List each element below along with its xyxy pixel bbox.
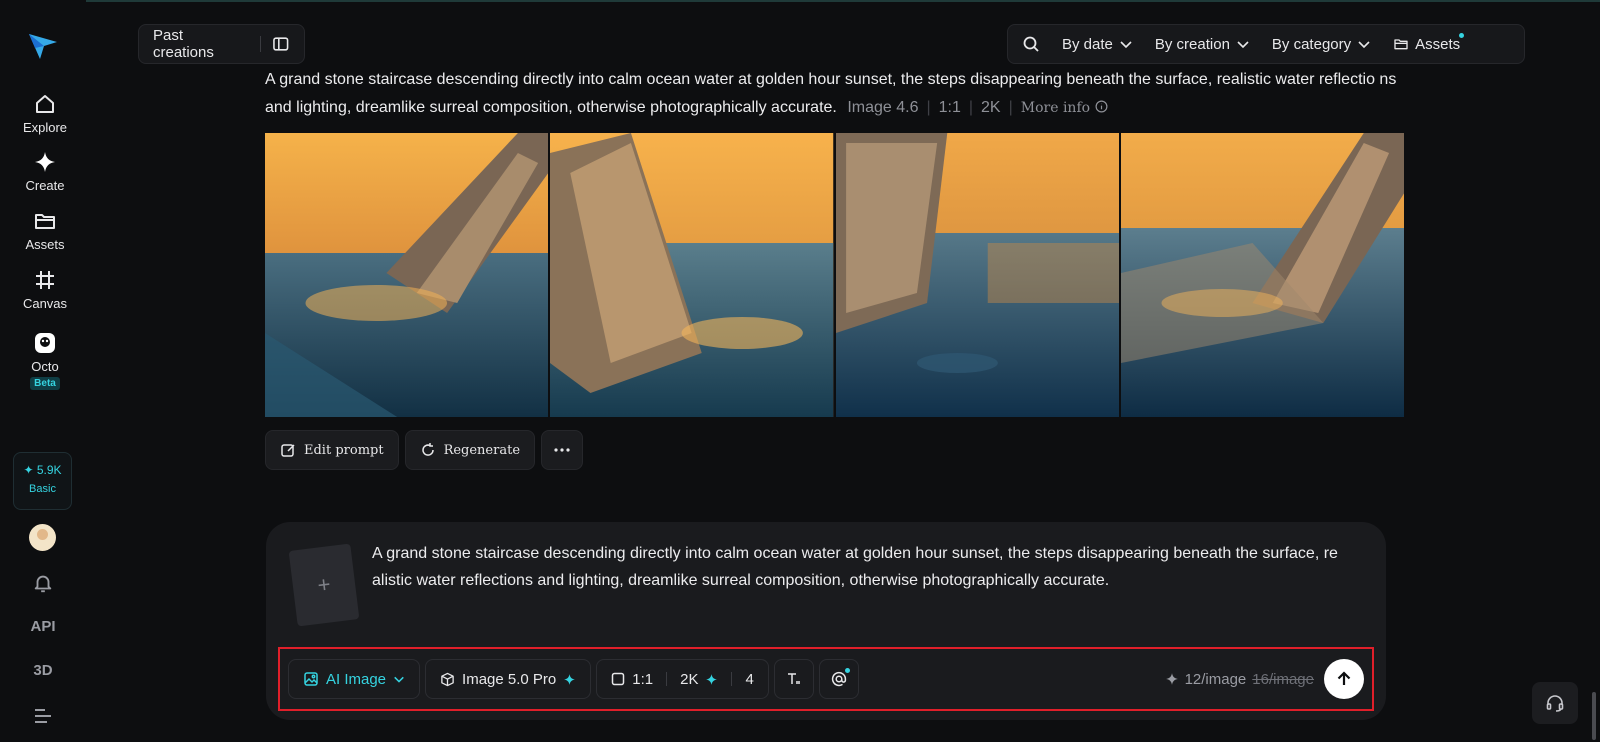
prompt-composer: + A grand stone staircase descending dir…: [266, 522, 1386, 720]
beta-badge: Beta: [30, 377, 60, 390]
chevron-down-icon: [1120, 41, 1132, 49]
sidebar-item-label: Explore: [22, 120, 68, 135]
ratio-value: 1:1: [632, 670, 654, 688]
regenerate-button[interactable]: Regenerate: [404, 430, 536, 470]
generated-image-1[interactable]: [265, 133, 549, 417]
api-link[interactable]: API: [0, 618, 86, 635]
current-price: 12/image: [1184, 670, 1247, 688]
price-info: 12/image 16/image: [1165, 671, 1314, 688]
prompt-text: A grand stone staircase descending direc…: [265, 71, 1397, 116]
top-border: [0, 0, 1600, 2]
notification-dot: [1459, 32, 1465, 38]
avatar[interactable]: [29, 524, 56, 551]
sidebar-item-create[interactable]: Create: [0, 150, 90, 193]
headset-icon: [1546, 695, 1564, 712]
original-price: 16/image: [1252, 670, 1314, 688]
result-prompt: A grand stone staircase descending direc…: [265, 66, 1405, 122]
sparkle-icon: [35, 152, 55, 172]
scrollbar[interactable]: [1592, 692, 1596, 740]
generated-image-4[interactable]: [1120, 133, 1404, 417]
edit-icon: [281, 444, 295, 457]
model-label: Image 4.6: [847, 99, 919, 116]
support-button[interactable]: [1532, 682, 1578, 724]
plan-tier: Basic: [29, 483, 56, 495]
arrow-up-icon: [1337, 671, 1351, 685]
sidebar-item-label: Octo: [31, 359, 59, 374]
resolution-value: 2K: [680, 670, 699, 688]
ratio-label: 1:1: [938, 99, 961, 116]
app-logo[interactable]: [26, 28, 60, 62]
image-count-value: 4: [745, 670, 754, 688]
edit-prompt-button[interactable]: Edit prompt: [265, 430, 399, 470]
credits-amount: ✦ 5.9K: [23, 463, 62, 477]
image-grid: [265, 133, 1404, 417]
upload-reference-button[interactable]: +: [288, 543, 360, 627]
at-icon: [831, 671, 846, 687]
result-actions: Edit prompt Regenerate: [265, 430, 584, 470]
sidebar-item-label: Create: [25, 178, 65, 193]
output-settings[interactable]: 1:1 2K 4: [596, 659, 769, 699]
aspect-ratio-icon: [612, 672, 625, 686]
filter-bar: By date By creation By category Assets: [1007, 24, 1525, 64]
sparkle-icon: [706, 673, 718, 685]
divider: [259, 36, 261, 52]
search-icon[interactable]: [1022, 35, 1040, 53]
sidebar-item-canvas[interactable]: Canvas: [0, 268, 90, 311]
canvas-icon: [36, 271, 54, 289]
folder-icon: [35, 214, 55, 229]
model-selector[interactable]: Image 5.0 Pro: [425, 659, 592, 699]
sidebar-item-explore[interactable]: Explore: [0, 92, 90, 135]
sidebar-item-assets[interactable]: Assets: [0, 209, 90, 252]
more-options-button[interactable]: [541, 430, 584, 470]
sidebar-item-octo[interactable]: Octo Beta: [0, 331, 90, 390]
composer-toolbar: AI Image Image 5.0 Pro 1:1 2K 4 12/image: [278, 647, 1374, 711]
menu-icon[interactable]: [34, 708, 52, 724]
chevron-down-icon: [1237, 41, 1249, 49]
chevron-down-icon: [394, 676, 404, 683]
text-format-icon: [787, 673, 800, 684]
text-style-button[interactable]: [773, 659, 814, 699]
sparkle-icon: [564, 673, 576, 685]
home-icon: [36, 95, 54, 113]
resolution-label: 2K: [981, 99, 1001, 116]
past-creations-label: Past creations: [153, 27, 214, 61]
info-icon: [1095, 100, 1108, 113]
result-meta: Image 4.6 | 1:1 | 2K |: [847, 99, 1013, 116]
sidebar-item-label: Canvas: [22, 296, 68, 311]
prompt-input[interactable]: A grand stone staircase descending direc…: [372, 540, 1362, 594]
generate-button[interactable]: [1324, 659, 1364, 699]
past-creations-button[interactable]: Past creations: [138, 24, 305, 64]
filter-by-date[interactable]: By date: [1062, 36, 1133, 53]
mode-selector[interactable]: AI Image: [288, 659, 421, 699]
generated-image-2[interactable]: [550, 133, 834, 417]
generated-image-3[interactable]: [835, 133, 1119, 417]
image-icon: [304, 672, 318, 686]
octo-icon: [35, 333, 55, 353]
folder-icon: [1394, 39, 1408, 50]
filter-by-creation[interactable]: By creation: [1155, 36, 1250, 53]
chevron-down-icon: [1358, 41, 1370, 49]
sidebar: Explore Create Assets Canvas Octo Beta ✦…: [0, 0, 86, 742]
panel-toggle-icon[interactable]: [272, 35, 290, 53]
more-icon: [554, 448, 570, 452]
sparkle-icon: [1165, 673, 1178, 685]
assets-button[interactable]: Assets: [1393, 32, 1465, 53]
notification-dot: [844, 668, 850, 673]
threed-link[interactable]: 3D: [0, 662, 86, 679]
credits-card[interactable]: ✦ 5.9K Basic: [13, 452, 72, 510]
plus-icon: +: [316, 571, 332, 598]
cube-icon: [441, 672, 454, 686]
more-info-link[interactable]: More info: [1021, 100, 1108, 116]
mention-button[interactable]: [818, 659, 859, 699]
sidebar-item-label: Assets: [25, 237, 65, 252]
filter-by-category[interactable]: By category: [1272, 36, 1371, 53]
refresh-icon: [421, 443, 434, 456]
bell-icon[interactable]: [32, 572, 54, 594]
